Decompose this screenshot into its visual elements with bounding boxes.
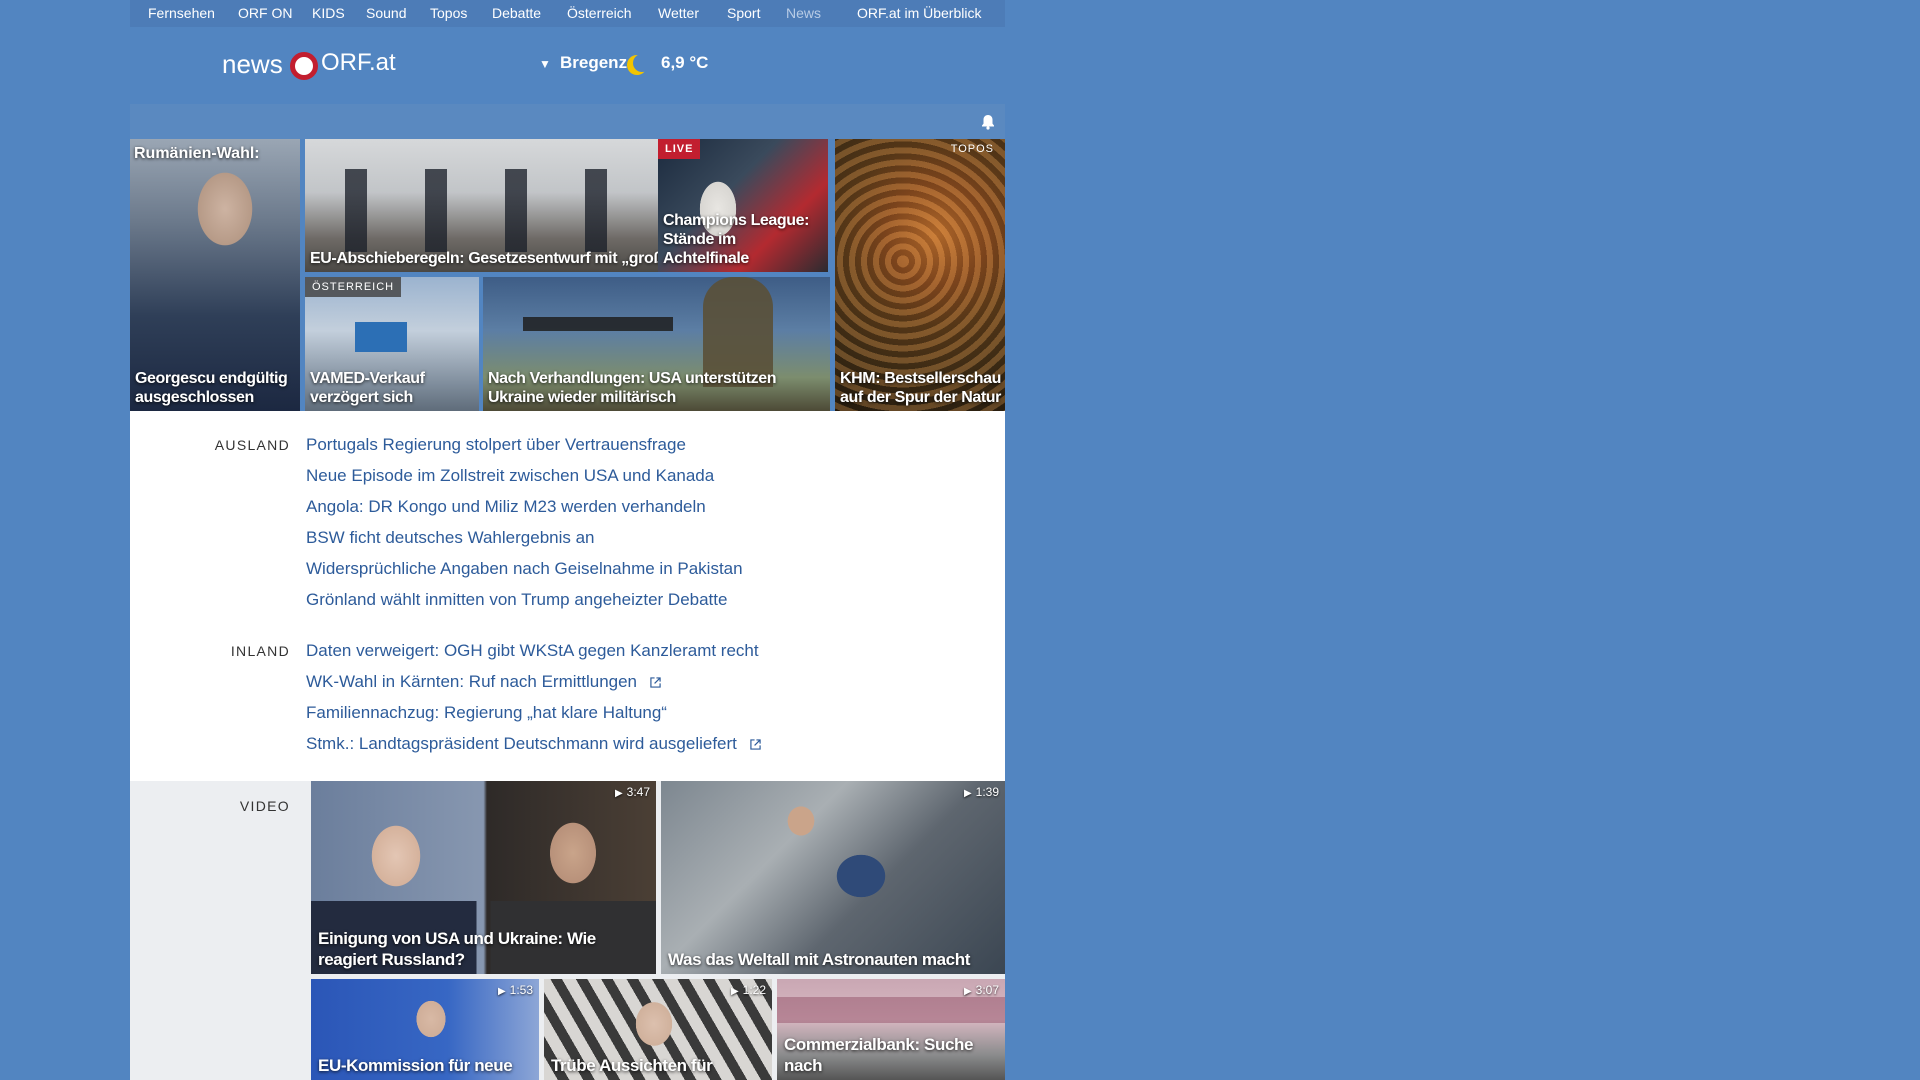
ausland-link[interactable]: Widersprüchliche Angaben nach Geiselnahm… [306,559,743,579]
weather-city[interactable]: Bregenz [560,53,627,73]
nav-debatte[interactable]: Debatte [492,5,541,21]
video-duration: 1:22 [731,983,766,997]
external-link-icon [650,677,661,688]
nav-news[interactable]: News [786,5,821,21]
nav-orf-on[interactable]: ORF ON [238,5,292,21]
video-caption: Was das Weltall mit Astronauten macht [668,950,970,969]
bell-icon[interactable] [981,114,995,130]
video-caption: EU-Kommission für neue [318,1056,513,1075]
video-tile[interactable]: 3:47 Einigung von USA und Ukraine: Wie r… [311,781,656,974]
oesterreich-badge: ÖSTERREICH [305,277,402,297]
logo-news-text[interactable]: news [222,49,283,80]
tile-caption: VAMED-Verkauf verzögert sich [310,370,425,406]
nav-sport[interactable]: Sport [727,5,760,21]
tile-caption: Georgescu endgültig ausgeschlossen [135,370,288,406]
video-section: VIDEO 3:47 Einigung von USA und Ukraine:… [130,781,1005,1080]
ausland-link[interactable]: Angola: DR Kongo und Miliz M23 werden ve… [306,497,706,517]
inland-link-text: WK-Wahl in Kärnten: Ruf nach Ermittlunge… [306,672,638,691]
inland-link-external[interactable]: WK-Wahl in Kärnten: Ruf nach Ermittlunge… [306,672,661,692]
tile-romania-election[interactable]: Rumänien-Wahl: Georgescu endgültig ausge… [130,139,300,411]
video-tile[interactable]: 3:07 Commerzialbank: Suche nach [777,979,1005,1080]
feature-tiles: Rumänien-Wahl: Georgescu endgültig ausge… [130,139,1005,411]
moon-icon [627,54,648,75]
nav-wetter[interactable]: Wetter [658,5,699,21]
ausland-link[interactable]: Grönland wählt inmitten von Trump angehe… [306,590,727,610]
ausland-link[interactable]: Neue Episode im Zollstreit zwischen USA … [306,466,714,486]
video-tile[interactable]: 1:39 Was das Weltall mit Astronauten mac… [661,781,1005,974]
topos-badge: TOPOS [950,143,994,155]
section-label-video: VIDEO [239,798,290,814]
nav-oesterreich[interactable]: Österreich [567,5,632,21]
video-tile[interactable]: 1:22 Trübe Aussichten für [544,979,772,1080]
tile-vamed[interactable]: ÖSTERREICH VAMED-Verkauf verzögert sich [305,277,479,411]
video-duration: 3:07 [964,983,999,997]
nav-sound[interactable]: Sound [366,5,406,21]
tile-caption: Champions League: Stände im Achtelfinale [663,212,810,267]
tile-usa-ukraine[interactable]: Nach Verhandlungen: USA unterstützen Ukr… [483,277,830,411]
tile-champions-league[interactable]: LIVE Champions League: Stände im Achtelf… [658,139,828,272]
logo-orf-text[interactable]: ORF.at [321,49,396,77]
section-label-ausland: AUSLAND [214,437,290,453]
header: news ORF.at ▼ Bregenz 6,9 °C [130,27,1005,104]
inland-link[interactable]: Familiennachzug: Regierung „hat klare Ha… [306,703,667,723]
external-link-icon [749,739,761,750]
nav-fernsehen[interactable]: Fernsehen [148,5,215,21]
inland-link[interactable]: Daten verweigert: OGH gibt WKStA gegen K… [306,641,759,661]
video-caption: Commerzialbank: Suche nach [784,1035,974,1075]
video-duration: 3:47 [615,785,650,799]
live-badge: LIVE [658,139,701,159]
tile-khm-exhibition[interactable]: TOPOS KHM: Bestsellerschau auf der Spur … [835,139,1005,411]
video-duration: 1:39 [964,785,999,799]
nav-topos[interactable]: Topos [430,5,467,21]
section-label-inland: INLAND [230,643,290,659]
video-duration: 1:53 [498,983,533,997]
video-caption: Trübe Aussichten für [551,1056,713,1075]
nav-kids[interactable]: KIDS [312,5,345,21]
inland-link-text: Stmk.: Landtagspräsident Deutschmann wir… [306,734,737,753]
ausland-link[interactable]: Portugals Regierung stolpert über Vertra… [306,435,686,455]
weather-temperature: 6,9 °C [661,53,709,72]
dropdown-arrow-icon[interactable]: ▼ [539,57,551,71]
notification-bar [130,104,1005,139]
ausland-link[interactable]: BSW ficht deutsches Wahlergebnis an [306,528,595,548]
orf-logo-icon[interactable] [290,52,318,80]
inland-link-external[interactable]: Stmk.: Landtagspräsident Deutschmann wir… [306,734,761,754]
tile-title: Rumänien-Wahl: [134,145,260,162]
page: Fernsehen ORF ON KIDS Sound Topos Debatt… [130,0,1005,1080]
video-caption: Einigung von USA und Ukraine: Wie reagie… [318,929,596,969]
top-navigation: Fernsehen ORF ON KIDS Sound Topos Debatt… [130,0,1005,27]
tile-caption: Nach Verhandlungen: USA unterstützen Ukr… [488,370,777,406]
nav-orf-overview[interactable]: ORF.at im Überblick [857,5,981,21]
news-lists: AUSLAND Portugals Regierung stolpert übe… [130,411,1005,781]
tile-caption: KHM: Bestsellerschau auf der Spur der Na… [840,370,1002,406]
video-tile[interactable]: 1:53 EU-Kommission für neue [311,979,539,1080]
